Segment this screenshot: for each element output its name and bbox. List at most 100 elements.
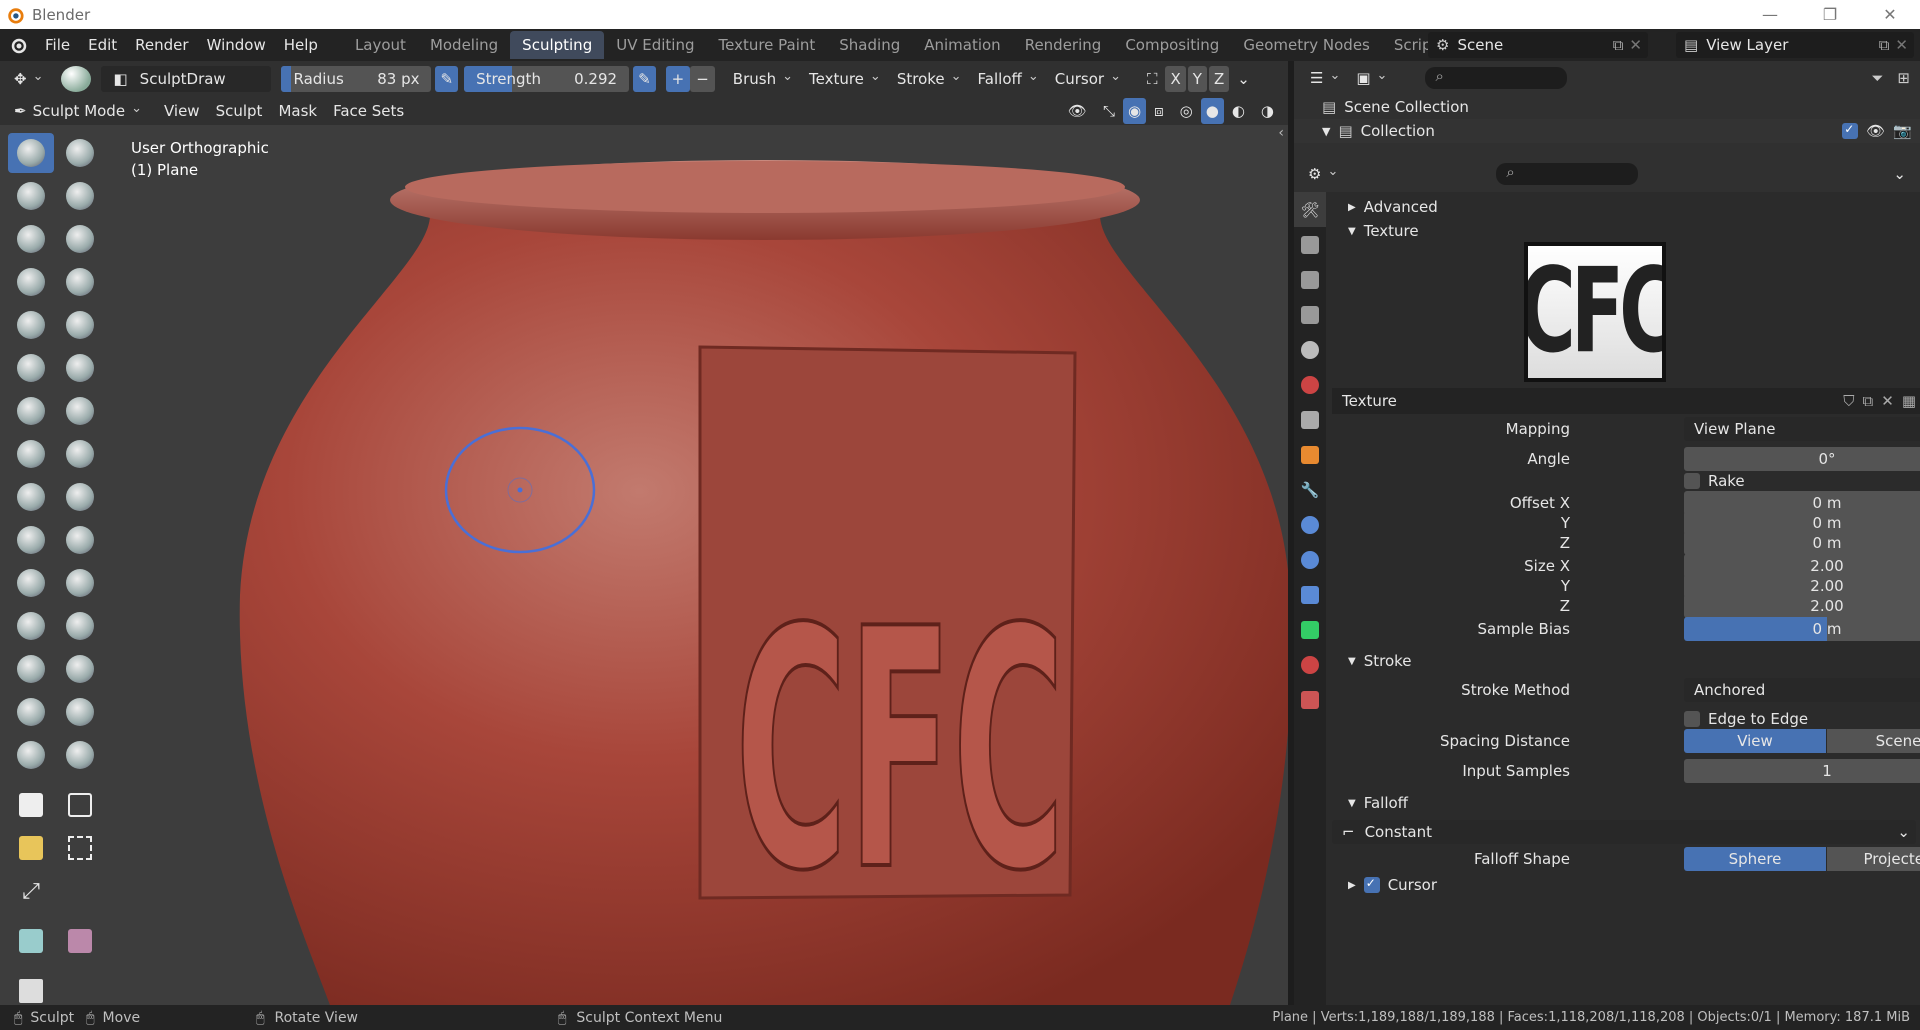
- new-scene-icon[interactable]: ⧉: [1613, 36, 1624, 54]
- box-mask-tool-icon[interactable]: [8, 785, 54, 825]
- nudge-tool-icon[interactable]: [8, 563, 54, 603]
- properties-options-icon[interactable]: ⌄: [1893, 165, 1906, 183]
- tab-layout[interactable]: Layout: [343, 31, 418, 59]
- solid-shading-icon[interactable]: ●: [1200, 98, 1224, 124]
- texture-menu[interactable]: Texture: [801, 66, 889, 92]
- tab-modifier-icon[interactable]: 🔧: [1294, 472, 1326, 507]
- falloff-preset-select[interactable]: ⌐ Constant ⌄: [1332, 820, 1916, 844]
- visibility-icon[interactable]: 👁: [1060, 98, 1095, 124]
- annotate-tool-icon[interactable]: [8, 971, 54, 1005]
- symmetry-y-button[interactable]: Y: [1187, 66, 1207, 92]
- tab-collection-icon[interactable]: [1294, 402, 1326, 437]
- rotate-tool-icon[interactable]: [57, 563, 103, 603]
- line-project-tool-icon[interactable]: ⤢: [8, 871, 54, 911]
- spacing-scene-button[interactable]: Scene: [1827, 729, 1920, 753]
- subtract-direction-icon[interactable]: −: [690, 66, 715, 92]
- fill-tool-icon[interactable]: [57, 348, 103, 388]
- slide-relax-tool-icon[interactable]: [8, 606, 54, 646]
- symmetry-dropdown-icon[interactable]: ⌄: [1229, 66, 1258, 92]
- smooth-tool-icon[interactable]: [57, 305, 103, 345]
- scene-selector[interactable]: ⚙ Scene ⧉ ✕: [1428, 32, 1648, 58]
- rendered-shading-icon[interactable]: ◑: [1253, 98, 1282, 124]
- brush-menu[interactable]: Brush: [725, 66, 801, 92]
- thumb-tool-icon[interactable]: [8, 520, 54, 560]
- texture-datablock-row[interactable]: Texture ⛉ ⧉ ✕ ▦: [1332, 388, 1920, 414]
- outliner-row-scene-collection[interactable]: ▤ Scene Collection: [1294, 95, 1920, 119]
- pinch-tool-icon[interactable]: [8, 434, 54, 474]
- draw-sharp-tool-icon[interactable]: [57, 133, 103, 173]
- tab-tool-icon[interactable]: 🛠: [1294, 192, 1326, 227]
- stroke-menu[interactable]: Stroke: [889, 66, 970, 92]
- tab-uv-editing[interactable]: UV Editing: [604, 31, 706, 59]
- duplicate-texture-icon[interactable]: ⧉: [1863, 392, 1874, 410]
- pose-tool-icon[interactable]: [57, 520, 103, 560]
- new-view-layer-icon[interactable]: ⧉: [1879, 36, 1890, 54]
- blender-menu-icon[interactable]: [8, 35, 28, 55]
- box-hide-tool-icon[interactable]: [57, 785, 103, 825]
- snake-hook-tool-icon[interactable]: [57, 477, 103, 517]
- remove-scene-icon[interactable]: ✕: [1629, 36, 1642, 54]
- tab-view-layer-icon[interactable]: [1294, 297, 1326, 332]
- face-sets-menu[interactable]: Face Sets: [325, 98, 412, 124]
- tab-sculpting[interactable]: Sculpting: [510, 31, 605, 59]
- offset-z-field[interactable]: 0 m: [1684, 531, 1920, 555]
- browse-texture-icon[interactable]: ▦: [1902, 392, 1916, 410]
- view-layer-selector[interactable]: ▤ View Layer ⧉ ✕: [1676, 32, 1914, 58]
- unlink-texture-icon[interactable]: ✕: [1881, 392, 1894, 410]
- tab-output-icon[interactable]: [1294, 262, 1326, 297]
- tab-scene-icon[interactable]: [1294, 332, 1326, 367]
- strength-pressure-icon[interactable]: ✎: [633, 66, 656, 92]
- properties-editor-type[interactable]: ⚙: [1300, 161, 1346, 187]
- blob-tool-icon[interactable]: [57, 262, 103, 302]
- draw-tool-icon[interactable]: [8, 133, 54, 173]
- restore-icon[interactable]: ❐: [1800, 0, 1860, 29]
- tab-rendering[interactable]: Rendering: [1013, 31, 1114, 59]
- expand-collection-icon[interactable]: ▼: [1322, 125, 1330, 138]
- symmetry-z-button[interactable]: Z: [1208, 66, 1230, 92]
- tab-constraints-icon[interactable]: [1294, 577, 1326, 612]
- tab-world-icon[interactable]: [1294, 367, 1326, 402]
- paint-tool-icon[interactable]: [57, 735, 103, 775]
- tab-material-icon[interactable]: [1294, 647, 1326, 682]
- outliner-row-collection[interactable]: ▼ ▤ Collection 👁 📷: [1294, 119, 1920, 143]
- properties-search-input[interactable]: ⌕: [1496, 163, 1639, 185]
- box-trim-tool-icon[interactable]: [57, 828, 103, 868]
- clay-thumb-tool-icon[interactable]: [8, 219, 54, 259]
- box-face-set-tool-icon[interactable]: [8, 828, 54, 868]
- tab-texture-paint[interactable]: Texture Paint: [706, 31, 827, 59]
- fake-user-icon[interactable]: ⛉: [1843, 392, 1854, 410]
- size-z-field[interactable]: 2.00: [1684, 594, 1920, 618]
- editor-type-button[interactable]: ✥: [6, 66, 51, 92]
- tab-shading[interactable]: Shading: [827, 31, 912, 59]
- falloff-menu[interactable]: Falloff: [970, 66, 1047, 92]
- stroke-method-select[interactable]: Anchored⌄: [1684, 678, 1920, 702]
- close-icon[interactable]: ✕: [1860, 0, 1920, 29]
- menu-render[interactable]: Render: [126, 36, 197, 54]
- tab-render-icon[interactable]: [1294, 227, 1326, 262]
- edge-to-edge-checkbox[interactable]: [1684, 711, 1700, 727]
- outliner-search-input[interactable]: ⌕: [1425, 67, 1568, 89]
- falloff-projected-button[interactable]: Projected: [1827, 847, 1920, 871]
- tab-geometry-nodes[interactable]: Geometry Nodes: [1231, 31, 1382, 59]
- flatten-tool-icon[interactable]: [8, 348, 54, 388]
- boundary-tool-icon[interactable]: [57, 606, 103, 646]
- spacing-view-button[interactable]: View: [1684, 729, 1826, 753]
- input-samples-field[interactable]: 1: [1684, 759, 1920, 783]
- cursor-checkbox[interactable]: [1363, 876, 1380, 893]
- stroke-panel-header[interactable]: ▼ Stroke: [1332, 646, 1920, 676]
- menu-file[interactable]: File: [36, 36, 79, 54]
- sidebar-toggle-icon[interactable]: ‹: [1278, 125, 1284, 141]
- minimize-icon[interactable]: —: [1740, 0, 1800, 29]
- crease-tool-icon[interactable]: [8, 305, 54, 345]
- scrape-tool-icon[interactable]: [8, 391, 54, 431]
- mask-menu[interactable]: Mask: [270, 98, 325, 124]
- sculpt-menu[interactable]: Sculpt: [208, 98, 271, 124]
- cloth-filter-tool-icon[interactable]: [57, 921, 103, 961]
- 3d-viewport[interactable]: CFC User Orthographic (1) Plane ⤢ ‹: [0, 125, 1288, 1005]
- tab-object-icon[interactable]: [1294, 437, 1326, 472]
- material-shading-icon[interactable]: ◐: [1224, 98, 1253, 124]
- grab-tool-icon[interactable]: [57, 434, 103, 474]
- add-direction-icon[interactable]: +: [665, 66, 691, 92]
- new-collection-icon[interactable]: ⊞: [1897, 69, 1910, 87]
- draw-face-sets-tool-icon[interactable]: [57, 692, 103, 732]
